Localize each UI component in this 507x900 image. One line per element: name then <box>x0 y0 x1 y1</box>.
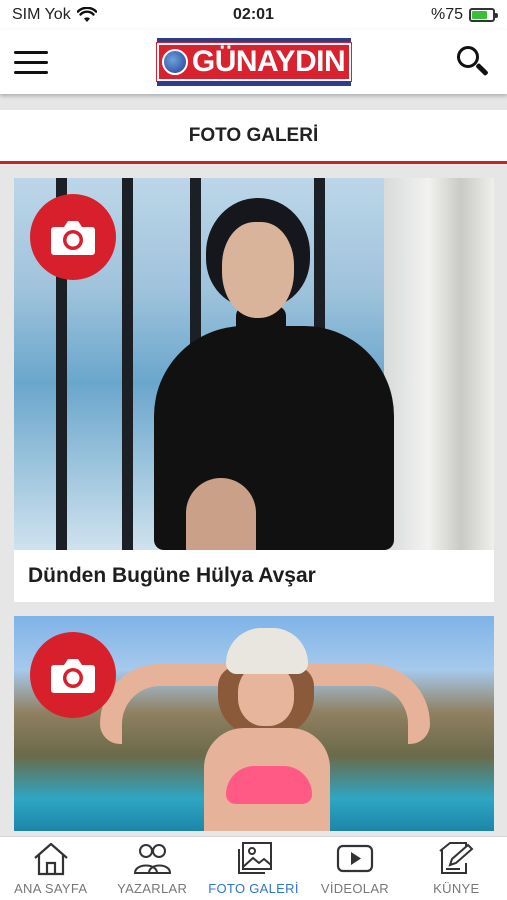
status-right: %75 <box>430 6 498 24</box>
battery-icon <box>469 8 498 22</box>
tab-foto-galeri[interactable]: FOTO GALERİ <box>203 837 304 900</box>
bottom-tab-bar: ANA SAYFA YAZARLAR FOTO GALERİ VİDEOLAR <box>0 836 507 900</box>
tab-kunye[interactable]: KÜNYE <box>406 837 507 900</box>
edit-icon <box>439 842 474 874</box>
camera-icon <box>30 632 116 718</box>
photo-decor <box>384 178 494 550</box>
photo-decor <box>222 222 294 318</box>
page-title: FOTO GALERİ <box>0 110 507 164</box>
gallery-card[interactable]: Dünden Bugüne Hülya Avşar <box>14 178 494 602</box>
users-icon <box>134 844 172 874</box>
tab-yazarlar[interactable]: YAZARLAR <box>101 837 202 900</box>
gallery-card-photo[interactable] <box>14 178 494 550</box>
gallery-card[interactable] <box>14 616 494 831</box>
tab-videolar[interactable]: VİDEOLAR <box>304 837 405 900</box>
menu-icon[interactable] <box>14 42 54 82</box>
gallery-icon <box>237 842 272 874</box>
carrier-label: SIM Yok <box>12 6 71 23</box>
photo-decor <box>186 478 256 550</box>
app-logo[interactable]: GÜNAYDIN <box>155 36 352 88</box>
wifi-icon <box>76 7 97 22</box>
tab-label: VİDEOLAR <box>320 881 389 896</box>
app-header: GÜNAYDIN <box>0 30 507 94</box>
video-icon <box>336 844 374 873</box>
logo-main: GÜNAYDIN <box>155 42 352 82</box>
home-icon <box>33 842 68 876</box>
gallery-card-title[interactable]: Dünden Bugüne Hülya Avşar <box>14 550 494 602</box>
globe-icon <box>161 49 188 75</box>
photo-decor <box>226 628 308 674</box>
battery-fill <box>472 11 487 19</box>
tab-label: FOTO GALERİ <box>208 881 299 896</box>
battery-percent: %75 <box>430 6 463 23</box>
photo-decor <box>122 178 133 550</box>
tab-label: ANA SAYFA <box>14 881 88 896</box>
camera-icon <box>30 194 116 280</box>
search-icon[interactable] <box>453 42 493 82</box>
tab-label: KÜNYE <box>433 881 480 896</box>
photo-decor <box>226 766 312 804</box>
status-left: SIM Yok <box>12 6 97 24</box>
logo-bottom-bar <box>156 81 351 86</box>
gallery-card-photo[interactable] <box>14 616 494 831</box>
status-bar: SIM Yok 02:01 %75 <box>0 0 507 30</box>
logo-text: GÜNAYDIN <box>191 45 346 78</box>
tab-label: YAZARLAR <box>117 881 188 896</box>
tab-ana-sayfa[interactable]: ANA SAYFA <box>0 837 101 900</box>
